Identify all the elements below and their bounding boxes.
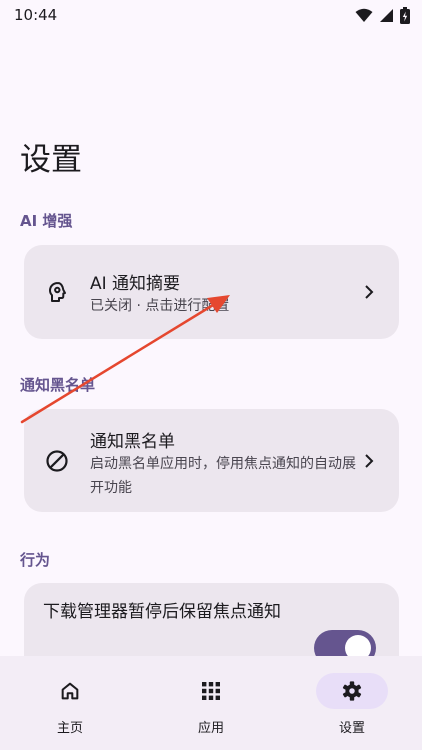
bottom-navigation: 主页 应用 设置 <box>0 656 422 750</box>
brain-head-icon <box>44 279 70 305</box>
nav-item-settings[interactable]: 设置 <box>292 656 412 750</box>
card-subtitle: 已关闭 · 点击进行配置 <box>90 298 230 314</box>
nav-item-apps[interactable]: 应用 <box>151 656 271 750</box>
ai-notification-summary-item[interactable]: AI 通知摘要 已关闭 · 点击进行配置 <box>24 245 399 339</box>
home-icon <box>34 673 106 709</box>
battery-icon <box>400 6 410 24</box>
card-title: 下载管理器暂停后保留焦点通知 <box>43 602 281 622</box>
section-header-blacklist: 通知黑名单 <box>20 376 96 394</box>
section-header-ai: AI 增强 <box>20 212 73 230</box>
card-subtitle: 启动黑名单应用时，停用焦点通知的自动展开功能 <box>90 456 356 496</box>
chevron-right-icon <box>365 285 374 299</box>
section-header-behavior: 行为 <box>20 551 51 569</box>
card-title: 通知黑名单 <box>90 432 175 452</box>
status-time: 10:44 <box>14 6 58 24</box>
nav-label: 主页 <box>56 721 83 736</box>
nav-item-home[interactable]: 主页 <box>10 656 130 750</box>
wifi-icon <box>355 8 373 22</box>
apps-grid-icon <box>175 673 247 709</box>
chevron-right-icon <box>365 454 374 468</box>
signal-icon <box>380 8 393 22</box>
notification-blacklist-item[interactable]: 通知黑名单 启动黑名单应用时，停用焦点通知的自动展开功能 <box>24 409 399 512</box>
block-icon <box>44 448 70 474</box>
status-icons <box>355 6 410 24</box>
nav-label: 应用 <box>197 721 224 736</box>
page-title: 设置 <box>20 142 82 178</box>
card-title: AI 通知摘要 <box>90 274 181 294</box>
status-bar: 10:44 <box>0 0 422 30</box>
gear-icon <box>316 673 388 709</box>
nav-label: 设置 <box>338 721 365 736</box>
